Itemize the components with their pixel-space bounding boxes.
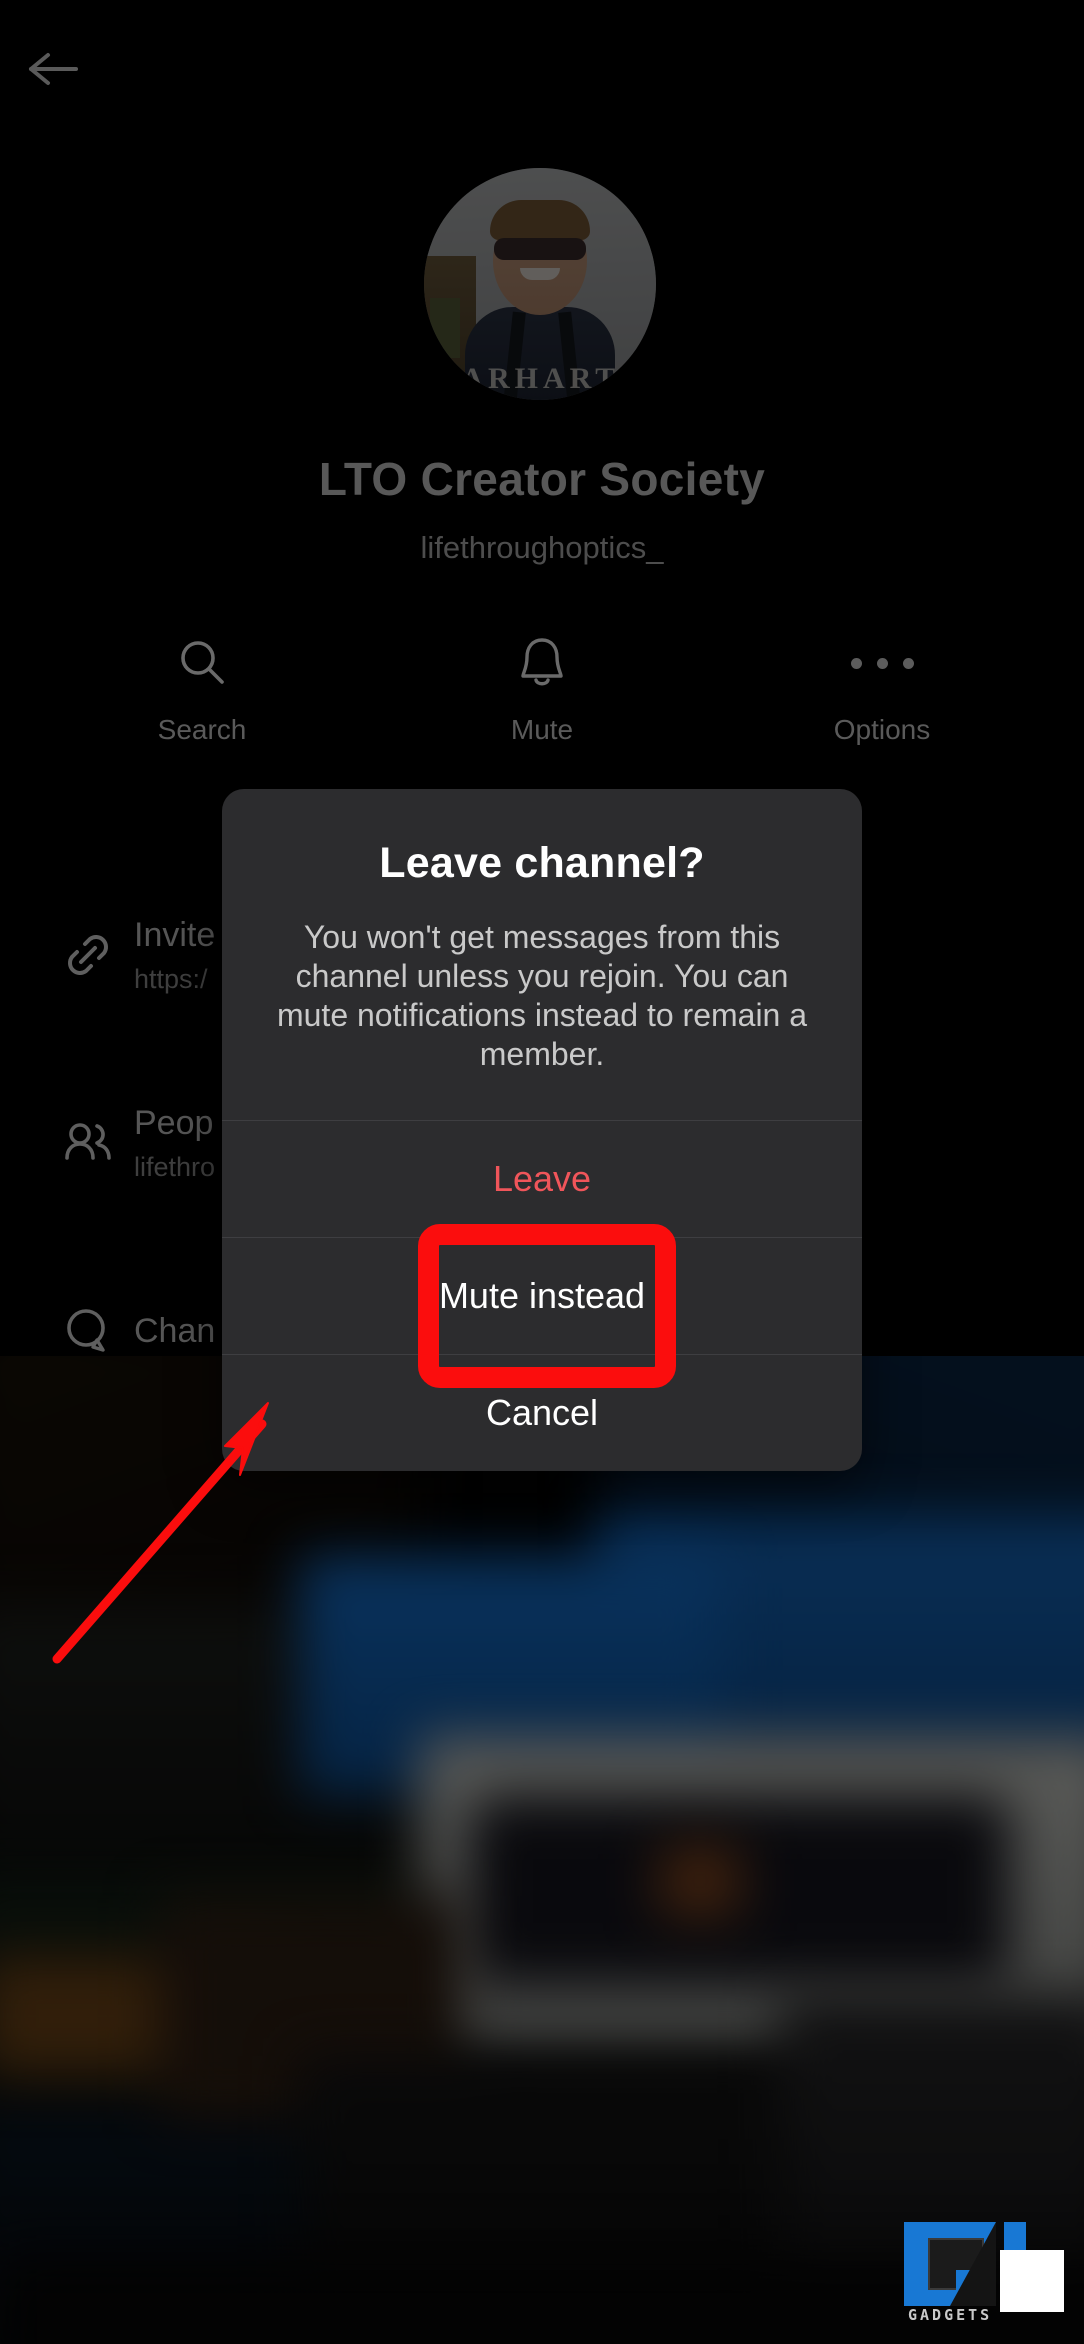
list-item-primary: Chan: [134, 1311, 216, 1350]
leave-channel-dialog: Leave channel? You won't get messages fr…: [222, 789, 862, 1472]
more-horizontal-icon: [850, 630, 914, 696]
avatar-bg-building: [430, 297, 460, 359]
search-icon: [175, 630, 229, 696]
action-label: Search: [157, 714, 247, 745]
list-item-primary: Peop: [134, 1103, 214, 1142]
top-bar: [0, 0, 1084, 130]
action-row: Search Mute Options: [0, 630, 1084, 746]
link-icon: [42, 926, 134, 984]
dialog-title: Leave channel?: [379, 839, 705, 887]
watermark-label: GADGETS: [908, 2306, 993, 2324]
chat-bubble-icon: [42, 1302, 134, 1360]
dialog-body: You won't get messages from this channel…: [276, 919, 808, 1073]
leave-button[interactable]: Leave: [222, 1121, 862, 1237]
watermark-logo: GADGETS: [904, 2222, 1064, 2330]
watermark-t-block: [1000, 2250, 1064, 2312]
mute-instead-button[interactable]: Mute instead: [222, 1238, 862, 1354]
action-search[interactable]: Search: [127, 630, 277, 746]
phone-screen: CARHARTT LTO Creator Society lifethrough…: [0, 0, 1084, 2344]
avatar-shirt-text: CARHARTT: [434, 362, 646, 395]
action-options[interactable]: Options: [807, 630, 957, 746]
action-label: Mute: [510, 714, 574, 745]
avatar-photo: CARHARTT: [424, 168, 656, 400]
avatar-hair: [490, 200, 590, 241]
page-title: LTO Creator Society: [318, 453, 766, 505]
avatar-sunglasses: [494, 237, 586, 260]
action-mute[interactable]: Mute: [467, 630, 617, 746]
people-icon: [42, 1114, 134, 1172]
list-item-primary: Invite: [134, 915, 216, 954]
list-item-secondary: lifethro: [134, 1151, 216, 1182]
action-label: Options: [833, 714, 931, 745]
back-arrow-icon[interactable]: [22, 38, 84, 100]
channel-handle: lifethroughoptics_: [420, 530, 664, 565]
bell-icon: [516, 630, 568, 696]
cancel-button[interactable]: Cancel: [222, 1355, 862, 1471]
list-item-secondary: https:/: [134, 963, 208, 994]
channel-avatar[interactable]: CARHARTT: [424, 168, 656, 400]
avatar-smile: [520, 267, 560, 280]
